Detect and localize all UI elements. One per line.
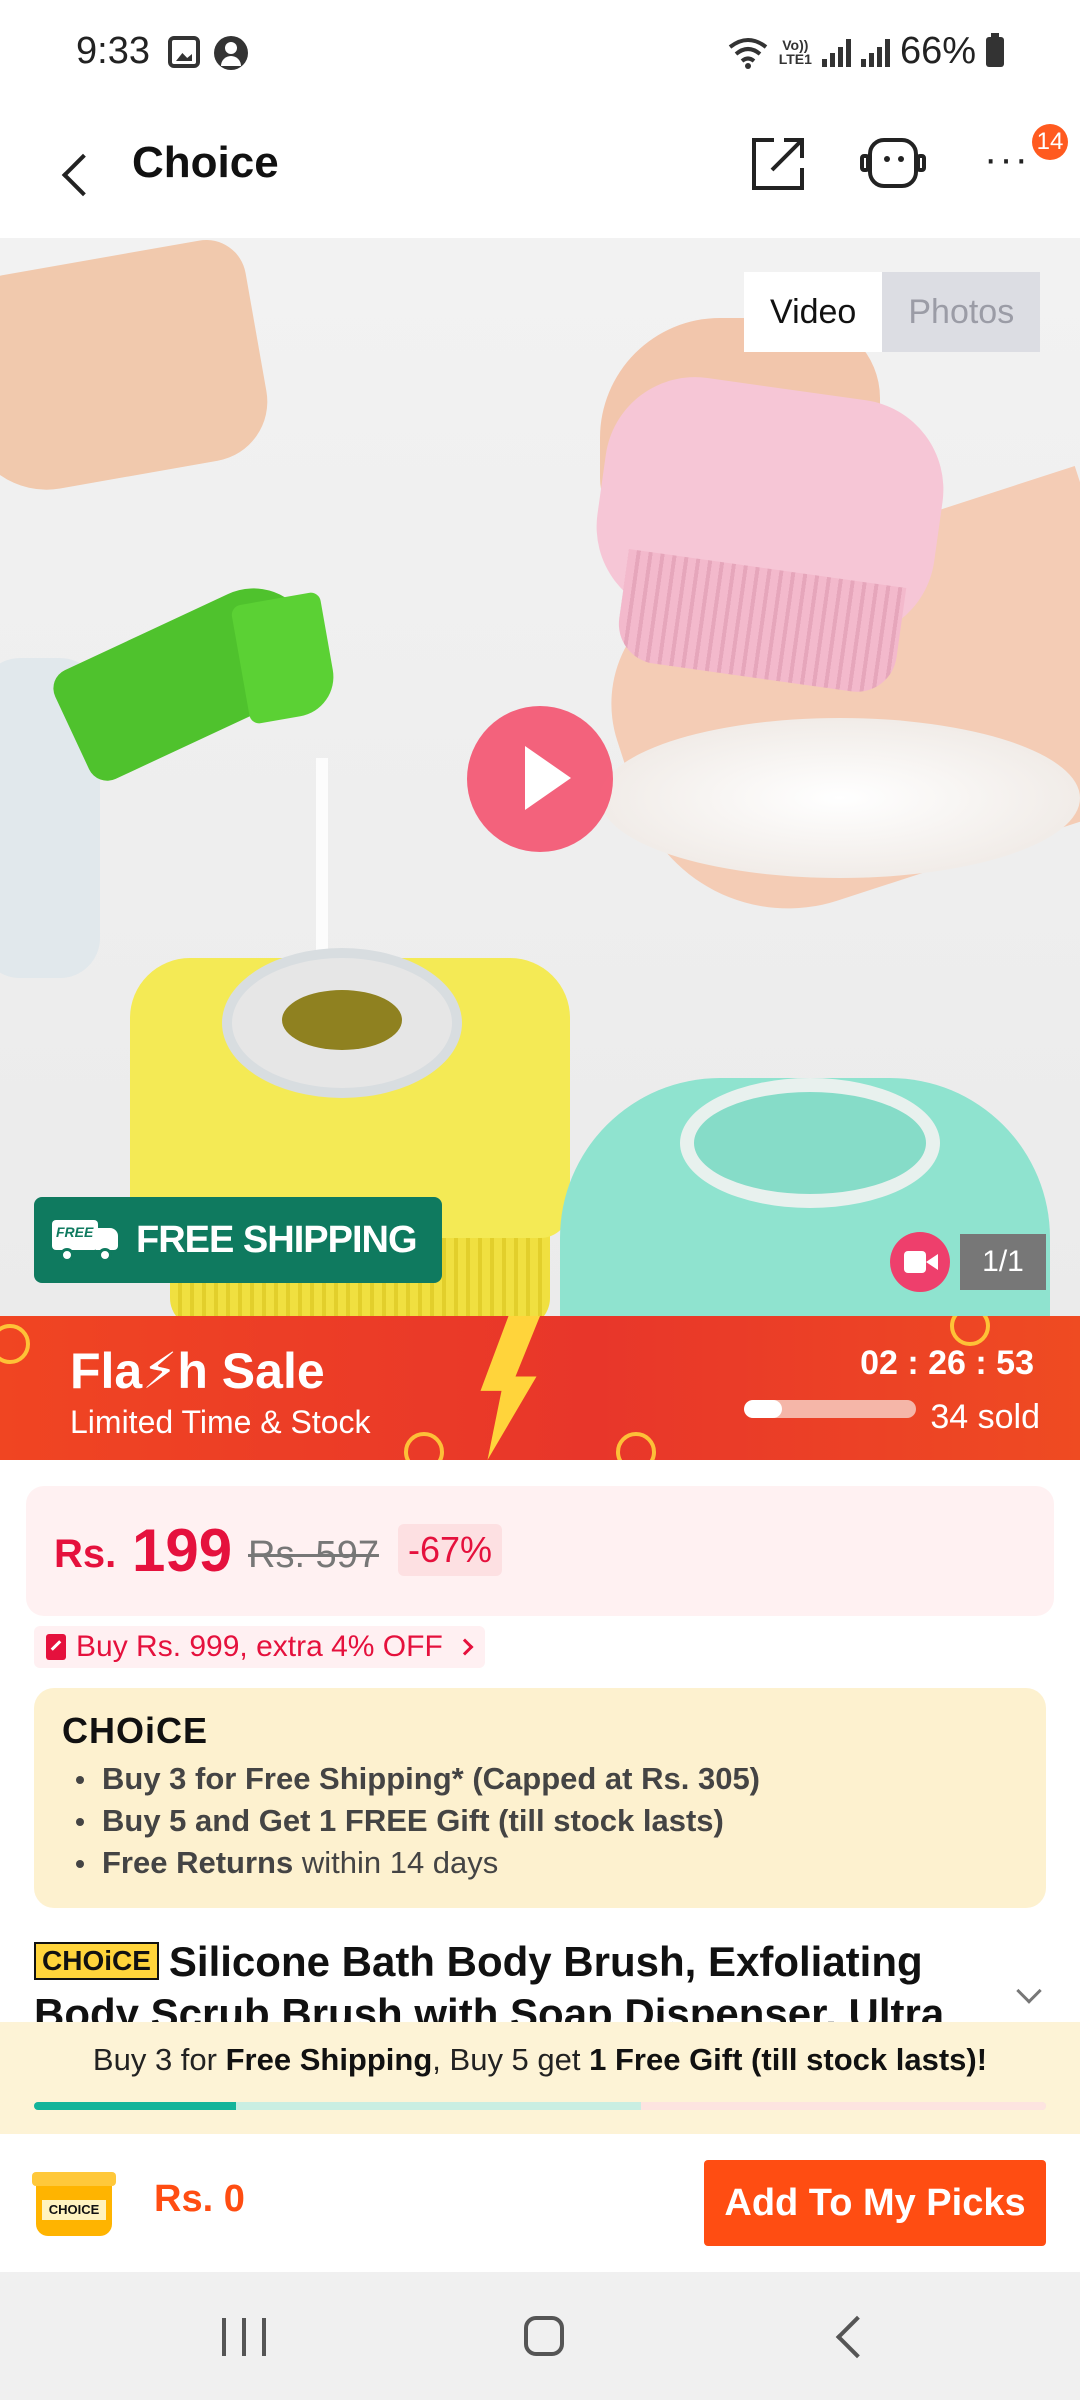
bottom-action-bar: CHOICE Rs. 0 Add To My Picks: [0, 2134, 1080, 2272]
image-brush-green-ring: [680, 1078, 940, 1208]
add-to-picks-button[interactable]: Add To My Picks: [704, 2160, 1046, 2246]
media-toggle: Video Photos: [744, 272, 1041, 352]
cart-label: CHOICE: [42, 2200, 106, 2220]
promo-text: Buy Rs. 999, extra 4% OFF: [76, 1630, 443, 1663]
service-eye-left: [884, 156, 890, 162]
signal-icon: [821, 37, 851, 67]
choice-cart-icon[interactable]: CHOICE: [32, 2166, 116, 2244]
choice-benefit-bold: Buy 3 for Free Shipping* (Capped at Rs. …: [102, 1761, 761, 1796]
bundle-progress-rest: [641, 2102, 1046, 2110]
product-title[interactable]: CHOiCE Silicone Bath Body Brush, Exfoliat…: [34, 1936, 974, 2024]
product-title-text: Silicone Bath Body Brush, Exfoliating Bo…: [34, 1938, 945, 2024]
alarm-clock-icon: [404, 1432, 444, 1460]
bundle-text-bold: 1 Free Gift (till stock lasts)!: [589, 2042, 988, 2077]
price-original: Rs. 597: [248, 1534, 379, 1576]
flash-sale-timer: 02 : 26 : 53: [860, 1344, 1034, 1382]
flash-sale-progress-fill: [744, 1400, 782, 1418]
service-ear-left: [860, 154, 870, 172]
bundle-text-part: , Buy 5 get: [432, 2042, 590, 2077]
recent-apps-icon[interactable]: [222, 2318, 266, 2356]
system-back-icon[interactable]: [835, 2315, 879, 2359]
image-foam: [600, 718, 1080, 878]
coupon-icon: [46, 1634, 66, 1660]
image-counter: 1/1: [960, 1234, 1046, 1290]
choice-benefits-list: Buy 3 for Free Shipping* (Capped at Rs. …: [70, 1758, 760, 1884]
chevron-right-icon: [456, 1638, 474, 1656]
page-title: Choice: [132, 138, 279, 187]
customer-service-icon[interactable]: [858, 132, 928, 196]
status-time: 9:33: [76, 30, 150, 72]
flash-sale-subtitle: Limited Time & Stock: [70, 1404, 371, 1440]
truck-wheel: [60, 1248, 74, 1262]
play-video-button[interactable]: [467, 706, 613, 852]
battery-percent: 66%: [899, 30, 976, 72]
back-icon[interactable]: [52, 142, 112, 202]
flash-sale-title: Fla⚡h Sale: [70, 1343, 325, 1399]
discount-badge: -67%: [398, 1524, 503, 1576]
truck-wheel: [98, 1248, 112, 1262]
lightning-icon: [480, 1316, 540, 1460]
alarm-clock-icon: [616, 1432, 656, 1460]
lte-label: LTE1: [778, 50, 812, 67]
price-current: 199: [132, 1517, 233, 1584]
bundle-promo-banner[interactable]: Buy 3 for Free Shipping, Buy 5 get 1 Fre…: [0, 2022, 1080, 2134]
flash-sale-banner[interactable]: Fla⚡h Sale Limited Time & Stock 02 : 26 …: [0, 1316, 1080, 1460]
choice-benefit-bold: Free Returns: [102, 1845, 294, 1880]
choice-benefit-item: Free Returns within 14 days: [70, 1842, 760, 1884]
choice-logo: CHOiCE: [62, 1710, 209, 1751]
image-brush-yellow-hole: [282, 990, 402, 1050]
choice-benefits[interactable]: CHOiCE Buy 3 for Free Shipping* (Capped …: [34, 1688, 1046, 1908]
bundle-progress-next: [236, 2102, 642, 2110]
share-icon[interactable]: [748, 134, 808, 194]
choice-benefit-rest: within 14 days: [293, 1845, 499, 1880]
choice-badge: CHOiCE: [34, 1942, 159, 1980]
gallery-icon: [168, 36, 200, 68]
status-left-icons: [168, 36, 248, 70]
bundle-text-bold: Free Shipping: [225, 2042, 433, 2077]
video-camera-icon[interactable]: [890, 1232, 950, 1292]
price-box: Rs. 199 Rs. 597 -67%: [26, 1486, 1054, 1616]
status-bar: 9:33 Vo)) LTE1 66%: [0, 0, 1080, 108]
flash-sale-progress: [744, 1400, 916, 1418]
truck-icon: FREE: [52, 1216, 124, 1264]
bundle-promo-text: Buy 3 for Free Shipping, Buy 5 get 1 Fre…: [0, 2042, 1080, 2078]
bundle-text-part: Buy 3 for: [92, 2042, 226, 2077]
free-shipping-label: FREE SHIPPING: [136, 1218, 417, 1261]
choice-benefit-item: Buy 5 and Get 1 FREE Gift (till stock la…: [70, 1800, 760, 1842]
battery-icon: [986, 32, 1004, 67]
network-type: Vo)) LTE1: [779, 38, 812, 66]
price-currency: Rs.: [54, 1532, 117, 1576]
signal-icon-2: [860, 37, 890, 67]
more-icon[interactable]: ···: [984, 139, 1034, 184]
service-ear-right: [916, 154, 926, 172]
promo-coupon[interactable]: Buy Rs. 999, extra 4% OFF: [34, 1626, 485, 1668]
app-header: Choice ···: [0, 108, 1080, 238]
cart-total: Rs. 0: [154, 2178, 245, 2220]
share-glyph: [752, 138, 804, 190]
system-nav-bar: [0, 2272, 1080, 2400]
free-shipping-badge: FREE FREE SHIPPING: [34, 1197, 442, 1283]
tab-photos[interactable]: Photos: [882, 272, 1041, 352]
tab-video[interactable]: Video: [744, 272, 883, 352]
home-icon[interactable]: [524, 2316, 564, 2356]
wifi-icon: [728, 37, 767, 69]
cart-lid: [32, 2172, 116, 2186]
truck-cab: [96, 1228, 118, 1250]
bundle-progress: [34, 2102, 1046, 2110]
choice-benefit-item: Buy 3 for Free Shipping* (Capped at Rs. …: [70, 1758, 760, 1800]
notification-badge: 14: [1032, 124, 1068, 160]
chevron-down-icon[interactable]: [1016, 1978, 1042, 2004]
choice-benefit-bold: Buy 5 and Get 1 FREE Gift (till stock la…: [102, 1803, 724, 1838]
truck-free-tag: FREE: [56, 1224, 94, 1240]
account-icon: [214, 36, 248, 70]
service-face: [868, 138, 918, 188]
alarm-clock-icon: [0, 1324, 30, 1364]
bundle-progress-done: [34, 2102, 237, 2110]
volte-label: Vo)): [782, 36, 809, 53]
status-right-icons: Vo)) LTE1 66%: [727, 30, 1004, 73]
alarm-clock-icon: [950, 1316, 990, 1346]
flash-sale-sold: 34 sold: [930, 1398, 1040, 1436]
service-eye-right: [898, 156, 904, 162]
